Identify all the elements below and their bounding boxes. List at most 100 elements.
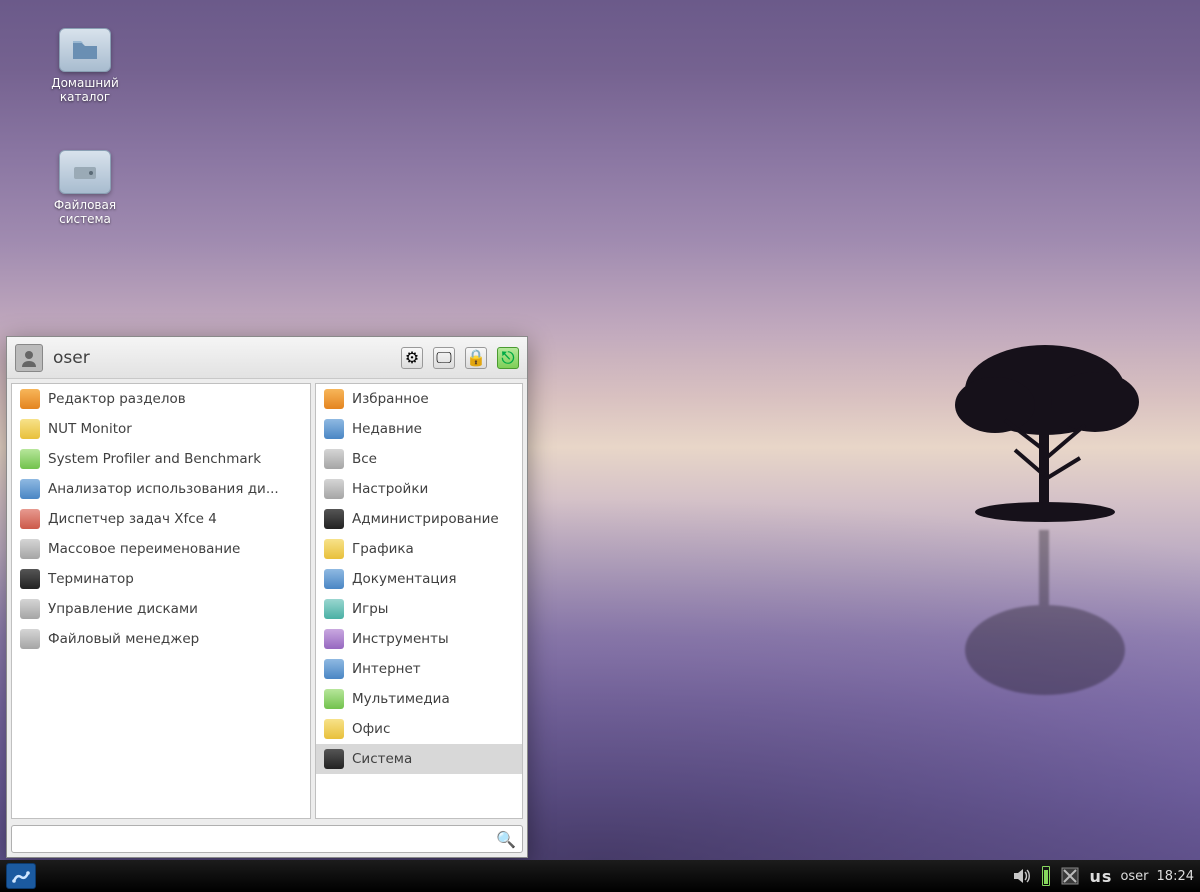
app-icon (20, 569, 40, 589)
category-label: Интернет (352, 661, 421, 677)
desktop-icon-label: Домашний каталог (40, 76, 130, 105)
app-label: NUT Monitor (48, 421, 132, 437)
desktop-icon-label: Файловая система (40, 198, 130, 227)
category-label: Мультимедиа (352, 691, 450, 707)
clock[interactable]: 18:24 (1157, 869, 1194, 884)
category-icon (324, 509, 344, 529)
category-icon (324, 419, 344, 439)
category-label: Документация (352, 571, 457, 587)
settings-button[interactable]: ⚙ (401, 347, 423, 369)
cat-admin[interactable]: Администрирование (316, 504, 522, 534)
category-icon (324, 389, 344, 409)
app-disk-management[interactable]: Управление дисками (12, 594, 310, 624)
drive-icon (59, 150, 111, 194)
cat-multimedia[interactable]: Мультимедиа (316, 684, 522, 714)
category-icon (324, 599, 344, 619)
appmenu-apps-pane: Редактор разделов NUT Monitor System Profi… (11, 383, 311, 819)
category-icon (324, 719, 344, 739)
cat-all[interactable]: Все (316, 444, 522, 474)
cat-internet[interactable]: Интернет (316, 654, 522, 684)
category-label: Офис (352, 721, 390, 737)
cat-office[interactable]: Офис (316, 714, 522, 744)
category-icon (324, 479, 344, 499)
cat-tools[interactable]: Инструменты (316, 624, 522, 654)
cat-system[interactable]: Система (316, 744, 522, 774)
cat-settings[interactable]: Настройки (316, 474, 522, 504)
app-icon (20, 449, 40, 469)
application-menu: oser ⚙ 🖵 🔒 ⎋ Редактор разделов NUT Monito… (6, 336, 528, 858)
taskbar-user-label: oser (1120, 869, 1148, 884)
app-icon (20, 629, 40, 649)
app-label: Управление дисками (48, 601, 198, 617)
category-label: Администрирование (352, 511, 499, 527)
app-icon (20, 539, 40, 559)
start-menu-button[interactable] (6, 863, 36, 889)
appmenu-search[interactable]: 🔍 (11, 825, 523, 853)
app-label: Редактор разделов (48, 391, 186, 407)
wallpaper-tree (935, 330, 1155, 530)
category-label: Все (352, 451, 377, 467)
app-label: Файловый менеджер (48, 631, 199, 647)
app-label: Анализатор использования ди... (48, 481, 279, 497)
app-icon (20, 599, 40, 619)
category-icon (324, 659, 344, 679)
lock-icon: 🔒 (466, 348, 486, 367)
app-label: Массовое переименование (48, 541, 240, 557)
category-icon (324, 749, 344, 769)
appmenu-header: oser ⚙ 🖵 🔒 ⎋ (7, 337, 527, 379)
username-label: oser (53, 348, 90, 368)
app-icon (20, 419, 40, 439)
category-label: Система (352, 751, 412, 767)
folder-icon (59, 28, 111, 72)
wallpaper-tree-reflection (935, 530, 1155, 710)
category-icon (324, 569, 344, 589)
search-input[interactable] (18, 832, 496, 847)
logout-icon: ⎋ (502, 348, 515, 368)
category-label: Настройки (352, 481, 428, 497)
category-label: Избранное (352, 391, 429, 407)
app-bulk-rename[interactable]: Массовое переименование (12, 534, 310, 564)
app-system-profiler[interactable]: System Profiler and Benchmark (12, 444, 310, 474)
appmenu-categories-pane: Избранное Недавние Все Настройки Администрир… (315, 383, 523, 819)
cat-docs[interactable]: Документация (316, 564, 522, 594)
search-icon: 🔍 (496, 830, 516, 849)
logout-button[interactable]: ⎋ (497, 347, 519, 369)
app-icon (20, 479, 40, 499)
category-label: Графика (352, 541, 414, 557)
keyboard-layout-indicator[interactable]: us (1090, 867, 1113, 886)
user-avatar-icon (15, 344, 43, 372)
display-button[interactable]: 🖵 (433, 347, 455, 369)
network-icon[interactable] (1058, 864, 1082, 888)
app-xfce-task-manager[interactable]: Диспетчер задач Xfce 4 (12, 504, 310, 534)
category-icon (324, 629, 344, 649)
cat-recent[interactable]: Недавние (316, 414, 522, 444)
home-folder-icon[interactable]: Домашний каталог (40, 28, 130, 105)
display-icon: 🖵 (436, 348, 451, 368)
app-label: Терминатор (48, 571, 134, 587)
filesystem-icon[interactable]: Файловая система (40, 150, 130, 227)
start-menu-icon (11, 868, 31, 884)
category-label: Инструменты (352, 631, 449, 647)
app-disk-usage-analyzer[interactable]: Анализатор использования ди... (12, 474, 310, 504)
category-label: Игры (352, 601, 388, 617)
lock-button[interactable]: 🔒 (465, 347, 487, 369)
cat-favorites[interactable]: Избранное (316, 384, 522, 414)
cat-games[interactable]: Игры (316, 594, 522, 624)
cat-graphics[interactable]: Графика (316, 534, 522, 564)
volume-icon[interactable] (1010, 864, 1034, 888)
category-icon (324, 539, 344, 559)
app-icon (20, 509, 40, 529)
app-terminator[interactable]: Терминатор (12, 564, 310, 594)
app-file-manager[interactable]: Файловый менеджер (12, 624, 310, 654)
app-label: System Profiler and Benchmark (48, 451, 261, 467)
category-label: Недавние (352, 421, 422, 437)
settings-icon: ⚙ (405, 348, 419, 367)
app-nut-monitor[interactable]: NUT Monitor (12, 414, 310, 444)
category-icon (324, 689, 344, 709)
app-label: Диспетчер задач Xfce 4 (48, 511, 217, 527)
battery-indicator[interactable] (1042, 866, 1050, 886)
category-icon (324, 449, 344, 469)
app-icon (20, 389, 40, 409)
app-partition-editor[interactable]: Редактор разделов (12, 384, 310, 414)
taskbar: us oser 18:24 (0, 860, 1200, 892)
